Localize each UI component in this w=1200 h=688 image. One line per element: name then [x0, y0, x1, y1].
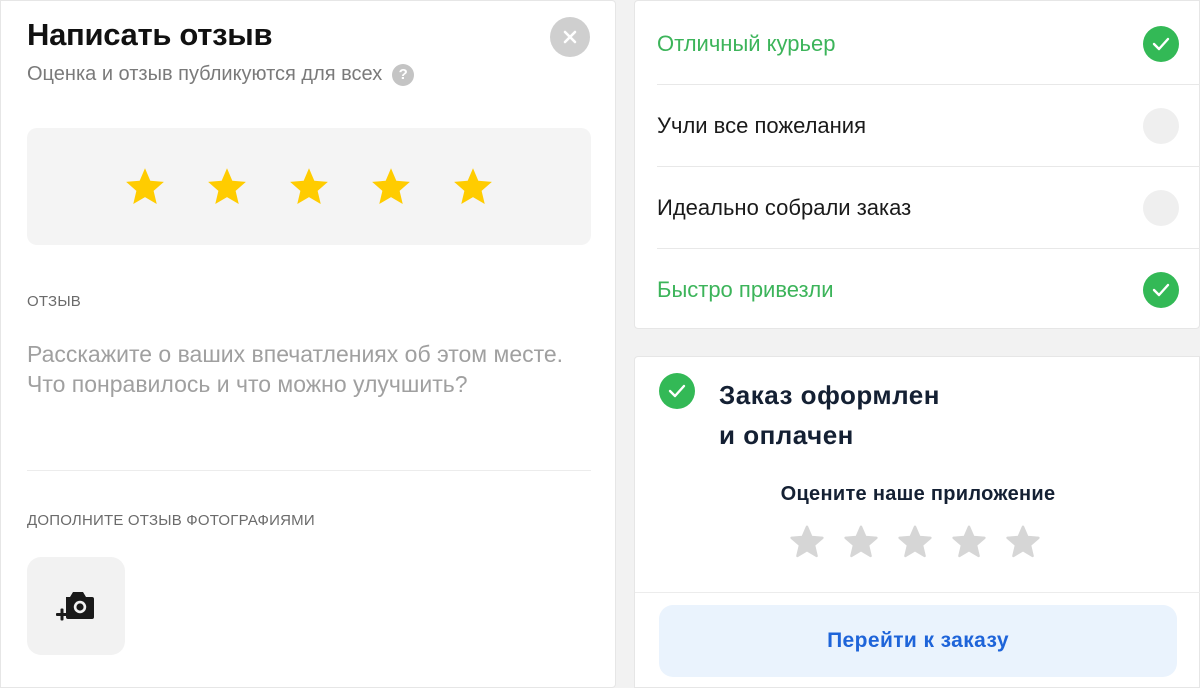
review-divider: [27, 470, 591, 471]
feedback-item-label: Отличный курьер: [657, 30, 836, 56]
subtitle-row: Оценка и отзыв публикуются для всех ?: [27, 63, 415, 86]
check-icon: [1143, 189, 1179, 226]
review-panel: Написать отзыв Оценка и отзыв публикуютс…: [0, 0, 616, 688]
star-icon[interactable]: [1005, 524, 1041, 560]
check-icon: [1143, 107, 1179, 144]
star-icon[interactable]: [951, 524, 987, 560]
feedback-panel: Отличный курьер Учли все пожелания Идеал…: [634, 0, 1200, 329]
feedback-item-label: Быстро привезли: [657, 277, 834, 302]
star-icon[interactable]: [451, 165, 495, 209]
check-icon: [1143, 25, 1179, 62]
review-title: Написать отзыв: [27, 17, 273, 52]
feedback-item-courier[interactable]: Отличный курьер: [657, 3, 1200, 85]
star-icon[interactable]: [897, 524, 933, 560]
order-panel: Заказ оформлен и оплачен Оцените наше пр…: [634, 356, 1200, 688]
star-icon[interactable]: [789, 524, 825, 560]
feedback-item-assembly[interactable]: Идеально собрали заказ: [657, 167, 1200, 249]
feedback-item-label: Учли все пожелания: [657, 112, 867, 138]
add-photo-icon: [56, 592, 94, 621]
go-to-order-button[interactable]: Перейти к заказу: [659, 605, 1177, 677]
star-icon[interactable]: [369, 165, 413, 209]
review-text-input[interactable]: Расскажите о ваших впечатлениях об этом …: [27, 339, 567, 399]
check-icon: [1143, 272, 1179, 308]
app-rating-stars: [789, 524, 1041, 560]
feedback-item-delivery[interactable]: Быстро привезли: [657, 249, 1200, 331]
order-divider: [635, 592, 1200, 593]
order-success-check-icon: [659, 373, 695, 409]
order-status-title: Заказ оформлен и оплачен: [719, 375, 1039, 455]
review-subtitle: Оценка и отзыв публикуются для всех: [27, 63, 383, 85]
close-icon: [563, 30, 577, 44]
star-icon[interactable]: [123, 165, 167, 209]
rate-app-label: Оцените наше приложение: [780, 483, 1056, 505]
help-icon[interactable]: ?: [392, 63, 415, 86]
photos-section-label: ДОПОЛНИТЕ ОТЗЫВ ФОТОГРАФИЯМИ: [27, 512, 315, 529]
review-section-label: ОТЗЫВ: [27, 293, 82, 310]
star-icon[interactable]: [287, 165, 331, 209]
feedback-item-wishes[interactable]: Учли все пожелания: [657, 85, 1200, 167]
star-icon[interactable]: [205, 165, 249, 209]
order-title-line-1: Заказ оформлен: [719, 380, 940, 410]
feedback-item-label: Идеально собрали заказ: [657, 194, 912, 220]
order-title-line-2: и оплачен: [719, 420, 854, 450]
star-icon[interactable]: [843, 524, 879, 560]
add-photo-button[interactable]: [27, 557, 125, 655]
close-button[interactable]: [550, 17, 590, 57]
review-rating-stars: [27, 128, 591, 245]
